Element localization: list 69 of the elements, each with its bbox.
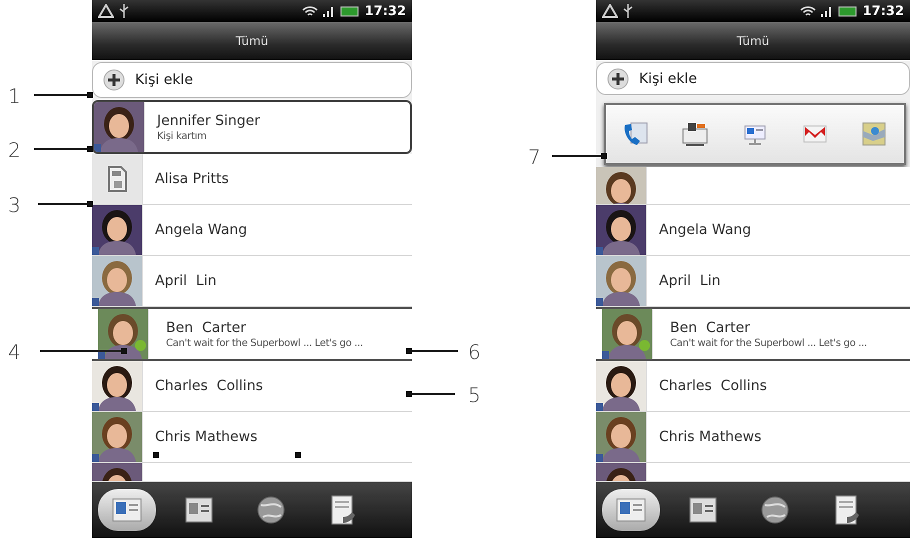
contact-name: Angela Wang [155,222,248,238]
contact-name: Chris Mathews [155,429,258,445]
contact-row[interactable]: April Lin [596,256,910,307]
contact-row[interactable] [92,463,412,482]
contact-row[interactable] [596,463,910,482]
call-history-icon [836,496,859,524]
callout-line [34,94,92,96]
callout-number: 1 [8,84,21,108]
wifi-icon [302,4,318,18]
signal-icon [322,5,335,17]
contact-name: April Lin [659,273,720,289]
callout-number: 2 [8,138,21,162]
callout-number: 7 [528,145,541,169]
bottom-tab[interactable] [98,489,156,531]
contact-row[interactable]: Alisa Pritts [92,154,412,205]
callout-number: 6 [468,340,481,364]
contact-row[interactable] [596,167,910,205]
battery-icon [838,6,858,16]
contact-name: Charles Collins [155,378,263,394]
add-contact-row[interactable]: Kişi ekle [596,62,910,95]
contact-detail: Can't wait for the Superbowl ... Let's go ... [166,338,363,348]
usb-icon [623,4,633,18]
callout-marker [153,452,159,458]
contact-name: Chris Mathews [659,429,762,445]
contact-name: Angela Wang [659,222,752,238]
contact-row[interactable]: April Lin [92,256,412,307]
plus-icon [607,68,629,90]
contact-name: Charles Collins [659,378,767,394]
callout-number: 5 [468,383,481,407]
callout-line [407,350,458,352]
contact-name: Ben Carter [166,320,247,336]
contact-name: April Lin [155,273,216,289]
signal-icon [820,5,833,17]
address-book-icon [186,498,212,522]
address-book-icon [690,498,716,522]
screen-title: Tümü [596,22,910,60]
usb-icon [119,4,129,18]
contact-row[interactable]: Charles Collins [596,361,910,412]
sim-card-icon [107,166,127,192]
contact-detail: Can't wait for the Superbowl ... Let's go ... [670,338,867,348]
contact-row[interactable]: Angela Wang [596,205,910,256]
add-contact-row[interactable]: Kişi ekle [92,62,412,98]
alert-icon [98,4,114,18]
callout-line [34,148,92,150]
contact-row[interactable]: Charles Collins [92,361,412,412]
callout-line [407,393,455,395]
callout-number: 4 [8,340,21,364]
callout-line [552,155,606,157]
contact-row[interactable]: Ben Carter Can't wait for the Superbowl ... Let's go ... [92,307,412,361]
screen-title: Tümü [92,22,412,60]
status-time: 17:32 [862,4,904,18]
wifi-icon [800,4,816,18]
contact-row[interactable]: Jennifer Singer Kişi kartım [92,100,412,154]
contact-row[interactable]: Angela Wang [92,205,412,256]
contact-name: Alisa Pritts [155,171,229,187]
callout-line [38,203,92,205]
contact-name: Ben Carter [670,320,751,336]
battery-icon [340,6,360,16]
call-history-icon [332,496,355,524]
status-time: 17:32 [364,4,406,18]
globe-icon [762,496,788,524]
alert-icon [602,4,618,18]
contact-name: Jennifer Singer [157,112,260,128]
plus-icon [103,69,125,91]
callout-number: 3 [8,193,21,217]
bottom-tab[interactable] [602,489,660,531]
globe-icon [258,496,284,524]
contact-detail: Kişi kartım [157,130,208,142]
callout-marker [295,452,301,458]
